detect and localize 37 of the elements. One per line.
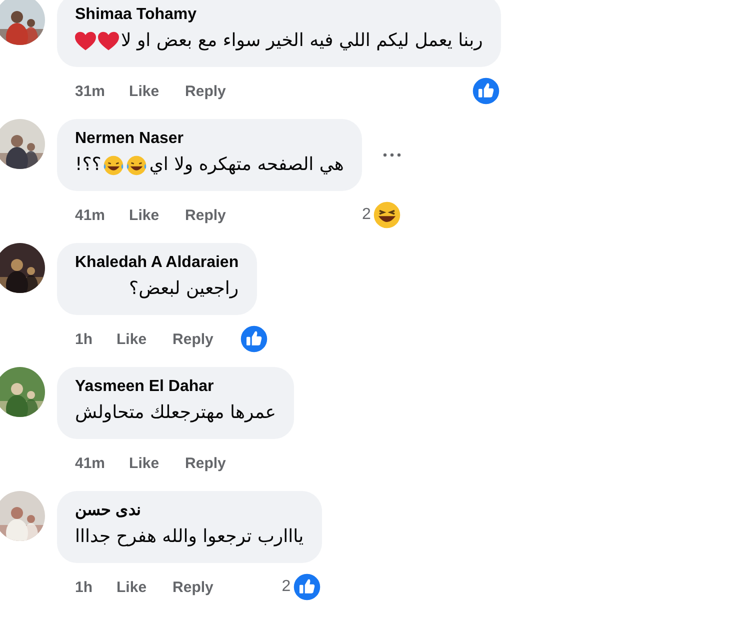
commenter-name[interactable]: Yasmeen El Dahar [75, 376, 276, 398]
commenter-name[interactable]: Shimaa Tohamy [75, 4, 483, 26]
like-reaction-icon[interactable] [470, 76, 501, 106]
reply-link[interactable]: Reply [172, 330, 214, 348]
comment-text: راجعين لبعض؟ [129, 277, 239, 301]
reaction-count[interactable]: 2 [362, 206, 371, 224]
reply-link[interactable]: Reply [172, 578, 214, 596]
like-link[interactable]: Like [129, 82, 160, 100]
comment-text: هي الصفحه متهكره ولا اي [149, 153, 344, 177]
timestamp[interactable]: 1h [75, 330, 93, 348]
timestamp[interactable]: 1h [75, 578, 93, 596]
laughing-face-icon [103, 154, 124, 176]
timestamp[interactable]: 31m [75, 82, 106, 100]
reply-link[interactable]: Reply [185, 454, 226, 472]
heart-icon [75, 30, 96, 52]
comment-text: ؟؟! [75, 153, 102, 177]
comment-text: يااارب ترجعوا والله هفرح جدااا [75, 525, 304, 549]
laughing-reaction-icon[interactable] [372, 200, 402, 230]
like-link[interactable]: Like [116, 578, 147, 596]
reply-link[interactable]: Reply [185, 82, 226, 100]
reply-link[interactable]: Reply [185, 206, 226, 224]
timestamp[interactable]: 41m [75, 206, 106, 224]
like-reaction-icon[interactable] [292, 572, 322, 602]
commenter-name[interactable]: Nermen Naser [75, 128, 344, 150]
comment-text: عمرها مهترجعلك متحاولش [75, 401, 276, 425]
reaction-count[interactable]: 2 [282, 578, 291, 596]
timestamp[interactable]: 41m [75, 454, 106, 472]
commenter-name[interactable]: Khaledah A Aldaraien [75, 252, 239, 274]
more-options-button[interactable] [382, 153, 402, 157]
like-link[interactable]: Like [129, 206, 160, 224]
laughing-face-icon [126, 154, 148, 176]
like-link[interactable]: Like [129, 454, 160, 472]
commenter-name[interactable]: ندى حسن [75, 500, 304, 522]
like-reaction-icon[interactable] [239, 324, 270, 354]
heart-icon [98, 30, 119, 52]
like-link[interactable]: Like [116, 330, 147, 348]
comment-text: ربنا يعمل ليكم اللي فيه الخير سواء مع بعض او لا [121, 29, 483, 53]
